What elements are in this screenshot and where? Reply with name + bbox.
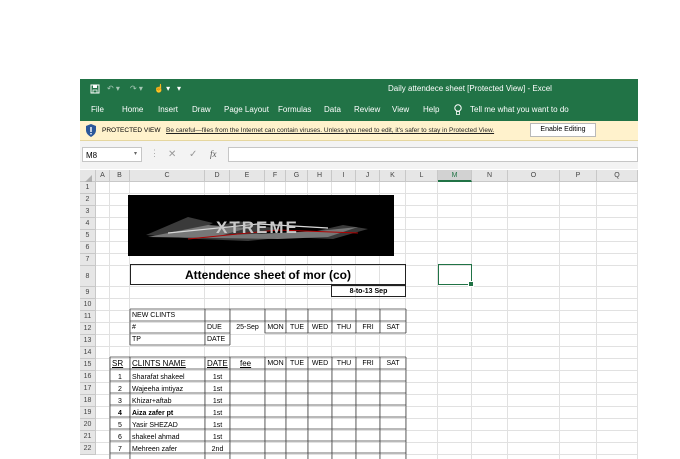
- excel-window: ↶ ▾ ↷ ▾ ☝ ▾ ▾ Daily attendece sheet [Pro…: [80, 79, 638, 459]
- client-name-cell: shakeel ahmad: [132, 433, 180, 441]
- tab-view[interactable]: View: [392, 99, 409, 121]
- date-cell: 1st: [212, 385, 223, 393]
- touch-mode-icon[interactable]: ☝ ▾: [154, 79, 170, 99]
- tab-insert[interactable]: Insert: [158, 99, 178, 121]
- date-cell: 1st: [212, 373, 223, 381]
- client-name-cell: Mehreen zafer: [132, 445, 178, 453]
- client-name-cell: Yasir SHEZAD: [132, 421, 178, 429]
- date-cell: 2nd: [211, 445, 224, 453]
- sr-cell: 7: [118, 445, 122, 453]
- tab-review[interactable]: Review: [354, 99, 380, 121]
- window-title: Daily attendece sheet [Protected View] -…: [388, 84, 552, 93]
- sr-cell: 6: [118, 433, 122, 441]
- protected-view-message[interactable]: Be careful—files from the Internet can c…: [166, 121, 494, 140]
- tab-home[interactable]: Home: [122, 99, 143, 121]
- date-cell: 1st: [212, 397, 223, 405]
- selected-cell-m8[interactable]: [438, 264, 474, 287]
- tab-page-layout[interactable]: Page Layout: [224, 99, 269, 121]
- tab-help[interactable]: Help: [423, 99, 439, 121]
- name-box[interactable]: M8: [82, 147, 142, 162]
- table-day-header-mon: MON: [267, 359, 284, 367]
- sr-cell: 3: [118, 397, 122, 405]
- formula-bar: M8 ▾ ⋮ ✕ ✓ fx: [80, 141, 638, 169]
- fill-handle[interactable]: [468, 281, 474, 287]
- sr-cell: 5: [118, 421, 122, 429]
- formula-input[interactable]: [228, 147, 638, 162]
- client-name-cell: Sharafat shakeel: [132, 373, 185, 381]
- table-day-header-tue: TUE: [290, 359, 304, 367]
- save-icon[interactable]: [90, 84, 100, 94]
- protected-view-label: PROTECTED VIEW: [102, 127, 161, 134]
- table-day-header-fri: FRI: [362, 359, 374, 367]
- tell-me-search[interactable]: Tell me what you want to do: [470, 99, 569, 121]
- client-name-cell: Khizar+aftab: [132, 397, 172, 405]
- enter-icon[interactable]: ✓: [189, 147, 197, 162]
- insert-function-icon[interactable]: fx: [210, 147, 217, 162]
- worksheet-grid[interactable]: ABCDEFGHIJKLMNOPQ 1 2 3 4 5 6 7 8 9 10 11 12 13 14 15 1…: [80, 170, 638, 459]
- undo-icon[interactable]: ↶ ▾: [107, 79, 120, 99]
- sr-cell: 4: [118, 409, 122, 417]
- name-box-value: M8: [86, 151, 98, 160]
- date-cell: 1st: [212, 409, 223, 417]
- header-clints-name: CLINTS NAME: [132, 358, 186, 368]
- header-sr: SR: [112, 358, 124, 368]
- lightbulb-icon: [454, 104, 462, 115]
- sr-cell: 2: [118, 385, 122, 393]
- header-date: DATE: [207, 358, 228, 368]
- table-day-header-sat: SAT: [386, 359, 400, 367]
- redo-icon[interactable]: ↷ ▾: [130, 79, 143, 99]
- table-day-header-thu: THU: [336, 359, 352, 367]
- client-name-cell: Wajeeha imtiyaz: [132, 385, 184, 393]
- customize-toolbar-icon[interactable]: ▾: [177, 79, 181, 99]
- header-fee: fee: [240, 358, 252, 368]
- shield-icon: [86, 124, 96, 137]
- sr-cell: 1: [118, 373, 122, 381]
- cancel-icon[interactable]: ✕: [168, 147, 176, 162]
- date-cell: 1st: [212, 421, 223, 429]
- tab-draw[interactable]: Draw: [192, 99, 211, 121]
- date-cell: 1st: [212, 433, 223, 441]
- table-day-header-wed: WED: [311, 359, 329, 367]
- more-icon: ⋮: [150, 148, 159, 158]
- title-bar: ↶ ▾ ↷ ▾ ☝ ▾ ▾ Daily attendece sheet [Pro…: [80, 79, 638, 99]
- tab-formulas[interactable]: Formulas: [278, 99, 311, 121]
- name-box-dropdown-icon[interactable]: ▾: [134, 147, 137, 162]
- ribbon-tabs: File Home Insert Draw Page Layout Formul…: [80, 99, 638, 121]
- tab-data[interactable]: Data: [324, 99, 341, 121]
- enable-editing-button[interactable]: Enable Editing: [530, 123, 596, 137]
- client-name-cell: Aiza zafer pt: [132, 409, 174, 417]
- tab-file[interactable]: File: [91, 99, 104, 121]
- protected-view-bar: PROTECTED VIEW Be careful—files from the…: [80, 121, 638, 141]
